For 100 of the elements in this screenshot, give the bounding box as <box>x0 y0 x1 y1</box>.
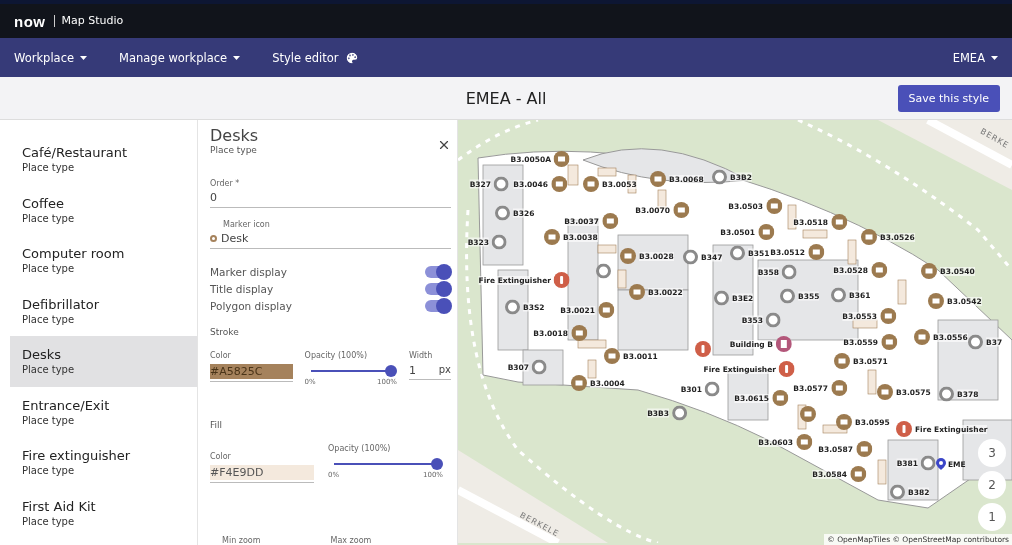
desk-marker-icon[interactable] <box>836 414 852 430</box>
width-field[interactable]: 1 px <box>409 364 451 380</box>
room-marker-icon[interactable] <box>494 176 509 192</box>
toggle-switch[interactable] <box>425 265 451 278</box>
desk-marker-icon[interactable] <box>650 171 666 187</box>
place-type-subtitle: Place type <box>22 263 76 275</box>
extinguisher-marker-icon[interactable] <box>779 361 795 377</box>
slider-thumb[interactable] <box>385 365 397 377</box>
desk-marker-icon[interactable] <box>831 214 847 230</box>
place-type-name: Defibrillator <box>22 296 100 312</box>
room-marker-icon[interactable] <box>968 334 983 350</box>
toggle-label: Polygon display <box>210 299 292 312</box>
room-marker-icon[interactable] <box>505 299 520 315</box>
desk-marker-icon[interactable] <box>554 151 570 167</box>
room-marker-icon[interactable] <box>890 484 905 500</box>
desk-marker-icon[interactable] <box>861 229 877 245</box>
place-type-name: Café/Restaurant <box>22 145 129 161</box>
desk-marker-icon[interactable] <box>921 263 937 279</box>
palette-icon <box>344 50 359 65</box>
toggle-label: Marker display <box>210 265 287 278</box>
floor-level-button[interactable]: 2 <box>978 471 1006 499</box>
desk-marker-icon[interactable] <box>877 384 893 400</box>
extinguisher-marker-icon[interactable] <box>695 341 711 357</box>
place-type-name: First Aid Kit <box>22 498 97 514</box>
room-marker-icon[interactable] <box>683 249 698 265</box>
room-marker-icon[interactable] <box>782 264 797 280</box>
desk-marker-icon[interactable] <box>871 262 887 278</box>
marker-icon-field[interactable]: Marker icon Desk <box>210 220 451 249</box>
desk-marker-icon[interactable] <box>544 229 560 245</box>
editor-subtitle: Place type <box>210 145 258 155</box>
place-type-subtitle: Place type <box>22 414 76 426</box>
place-type-subtitle: Place type <box>22 515 76 527</box>
opacity-label: Opacity (100%) <box>328 444 392 453</box>
building-marker-icon[interactable] <box>776 336 792 352</box>
desk-shape <box>597 244 617 254</box>
region-dropdown[interactable]: EMEA <box>952 50 998 65</box>
desk-marker-icon[interactable] <box>766 198 782 214</box>
extinguisher-marker-icon[interactable] <box>554 272 570 288</box>
close-button[interactable] <box>437 138 451 152</box>
room-marker-icon[interactable] <box>766 312 781 328</box>
desk-marker-icon[interactable] <box>583 176 599 192</box>
slider-thumb[interactable] <box>431 458 443 470</box>
place-type-name: Fire extinguisher <box>22 448 132 464</box>
desk-shape <box>867 369 877 395</box>
desk-marker-icon[interactable] <box>800 406 816 422</box>
room-marker-icon[interactable] <box>831 287 846 303</box>
desk-marker-icon[interactable] <box>881 334 897 350</box>
save-button[interactable]: Save this style <box>897 85 1000 112</box>
toggle-switch[interactable] <box>425 299 451 312</box>
room-marker-icon[interactable] <box>532 359 547 375</box>
room-marker-icon[interactable] <box>596 263 611 279</box>
caret-icon <box>991 55 998 60</box>
desk-marker-icon[interactable] <box>772 390 788 406</box>
desk-marker-icon[interactable] <box>758 224 774 240</box>
floor-level-button[interactable]: 1 <box>978 503 1006 531</box>
desk-marker-icon[interactable] <box>598 302 614 318</box>
nav-menu-item[interactable]: Workplace <box>14 50 88 65</box>
extinguisher-marker-icon[interactable] <box>896 421 912 437</box>
order-field[interactable]: Order * 0 <box>210 179 451 208</box>
room-marker-icon[interactable] <box>939 386 954 402</box>
desk-marker-icon[interactable] <box>850 466 866 482</box>
app-name: Map Studio <box>53 15 124 27</box>
desk-marker-icon[interactable] <box>856 441 872 457</box>
desk-shape <box>897 279 907 305</box>
room-marker-icon[interactable] <box>672 405 687 421</box>
room-marker-icon[interactable] <box>714 290 729 306</box>
room-marker-icon[interactable] <box>495 205 510 221</box>
desk-marker-icon[interactable] <box>831 380 847 396</box>
desk-marker-icon[interactable] <box>604 348 620 364</box>
desk-marker-icon[interactable] <box>796 434 812 450</box>
nav-menu-item[interactable]: Style editor <box>272 50 359 65</box>
nav-menu-item[interactable]: Manage workplace <box>119 50 241 65</box>
section-heading: Fill <box>210 420 224 430</box>
desk-marker-icon[interactable] <box>571 325 587 341</box>
desk-shape <box>657 189 667 209</box>
place-type-item[interactable]: Desks Place type <box>10 336 197 387</box>
desk-marker-icon[interactable] <box>571 375 587 391</box>
room-marker-icon[interactable] <box>492 234 507 250</box>
desk-marker-icon[interactable] <box>914 329 930 345</box>
toggle-switch[interactable] <box>425 282 451 295</box>
desk-marker-icon[interactable] <box>673 202 689 218</box>
caret-icon <box>80 55 88 60</box>
desk-marker-icon[interactable] <box>808 244 824 260</box>
desk-marker-icon[interactable] <box>880 308 896 324</box>
stroke-color-field[interactable]: Color #A5825C <box>210 351 293 382</box>
desk-shape <box>597 167 617 177</box>
room-marker-icon[interactable] <box>730 245 745 261</box>
desk-marker-icon[interactable] <box>834 353 850 369</box>
fill-color-field[interactable]: Color #F4E9DD <box>210 452 314 483</box>
desk-marker-icon[interactable] <box>928 293 944 309</box>
desk-marker-icon[interactable] <box>551 176 567 192</box>
logo[interactable]: now <box>14 12 46 30</box>
room-marker-icon[interactable] <box>712 169 727 185</box>
desk-marker-icon[interactable] <box>629 284 645 300</box>
room-marker-icon[interactable] <box>780 288 795 304</box>
room-marker-icon[interactable] <box>921 455 936 471</box>
room-marker-icon[interactable] <box>705 381 720 397</box>
desk-marker-icon[interactable] <box>620 248 636 264</box>
desk-marker-icon[interactable] <box>602 213 618 229</box>
ring-icon <box>210 235 217 242</box>
